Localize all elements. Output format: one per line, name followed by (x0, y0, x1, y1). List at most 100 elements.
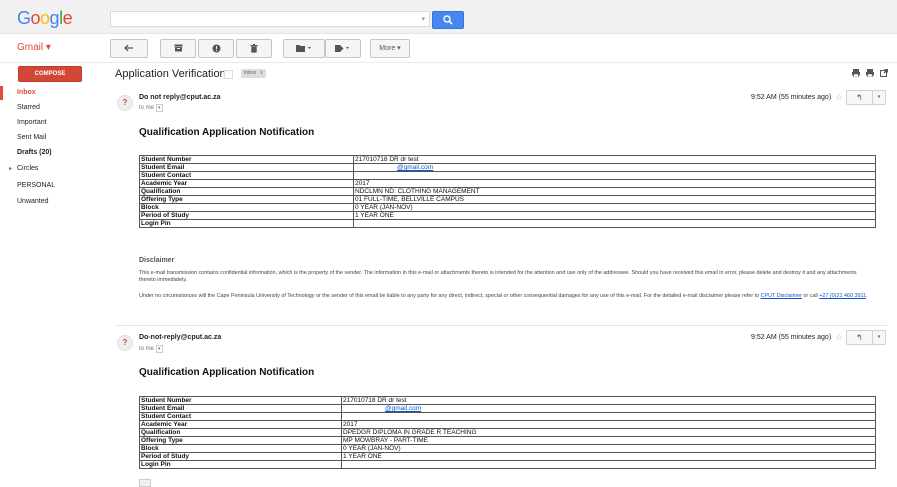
table-row: Student Contact (139, 412, 876, 421)
reply-button[interactable]: ↰ (846, 330, 873, 345)
labels-button[interactable] (325, 39, 361, 58)
row-key: Offering Type (139, 436, 342, 445)
sidebar-item-personal[interactable]: PERSONAL (0, 179, 100, 193)
table-row: Student Contact (139, 171, 876, 180)
row-value: 2017 (341, 420, 876, 429)
remove-label-icon[interactable]: x (260, 70, 263, 76)
sidebar-item-circles[interactable]: Circles (0, 162, 100, 176)
more-button[interactable]: More ▾ (370, 39, 410, 58)
sender-avatar[interactable]: ? (117, 95, 133, 111)
recipient-line[interactable]: to me ▾ (139, 345, 163, 353)
recipient-line[interactable]: to me ▾ (139, 104, 163, 112)
sender-address[interactable]: Do not reply@cput.ac.za (139, 94, 221, 101)
row-key: Offering Type (139, 195, 354, 204)
google-logo[interactable]: Google (17, 8, 73, 29)
row-key: Period of Study (139, 452, 342, 461)
label-chip-inbox[interactable]: Inbox x (241, 69, 266, 78)
sidebar-item-sent-mail[interactable]: Sent Mail (0, 131, 100, 145)
row-key: Qualification (139, 187, 354, 196)
table-row: Academic Year 2017 (139, 420, 876, 429)
logo-letter: e (62, 8, 73, 28)
message-divider (115, 325, 887, 326)
row-key: Student Contact (139, 171, 354, 180)
search-button[interactable] (432, 11, 464, 29)
top-bar: Google ▾ (0, 0, 897, 33)
row-value: 1 YEAR ONE (341, 452, 876, 461)
search-icon (443, 15, 453, 25)
delete-button[interactable] (236, 39, 272, 58)
star-icon[interactable]: ☆ (835, 92, 843, 103)
disclaimer-text: or call (801, 293, 820, 299)
logo-letter: G (17, 8, 31, 28)
star-icon[interactable]: ☆ (835, 332, 843, 343)
row-value: @gmail.com (353, 163, 876, 172)
row-value (353, 219, 876, 228)
row-value: 217010718 DR dr test (353, 155, 876, 164)
archive-button[interactable] (160, 39, 196, 58)
row-value: 01 FULL-TIME, BELLVILLE CAMPUS (353, 195, 876, 204)
table-row: Block 0 YEAR (JAN-NOV) (139, 444, 876, 453)
disclaimer-text: . (866, 293, 868, 299)
row-key: Student Email (139, 404, 342, 413)
cput-disclaimer-link[interactable]: CPUT Disclaimer (761, 293, 802, 299)
row-key: Student Number (139, 155, 354, 164)
table-row: Student Email @gmail.com (139, 163, 876, 172)
qualification-table: Student Number 217010718 DR dr test Stude… (139, 396, 876, 469)
compose-button[interactable]: COMPOSE (18, 66, 82, 82)
sidebar-item-starred[interactable]: Starred (0, 101, 100, 115)
thread-subject: Application Verification (115, 68, 226, 80)
message-more-button[interactable]: ▾ (872, 330, 886, 345)
gmail-menu[interactable]: Gmail ▾ (17, 42, 51, 53)
reply-button[interactable]: ↰ (846, 90, 873, 105)
table-row: Period of Study 1 YEAR ONE (139, 452, 876, 461)
row-value: 217010718 DR dr test (341, 396, 876, 405)
row-value: 2017 (353, 179, 876, 188)
table-row: Qualification DPEDGR DIPLOMA IN GRADE R T… (139, 428, 876, 437)
disclaimer-title: Disclaimer (139, 257, 175, 264)
table-row: Qualification NDCLMN ND: CLOTHING MANAGEM… (139, 187, 876, 196)
sender-avatar[interactable]: ? (117, 335, 133, 351)
sidebar-item-drafts[interactable]: Drafts (20) (0, 146, 100, 160)
divider (0, 62, 897, 63)
label-chip-text: Inbox (244, 70, 257, 76)
table-row: Offering Type MP MOWBRAY - PART-TIME (139, 436, 876, 445)
show-details-icon[interactable]: ▾ (156, 104, 163, 112)
back-button[interactable] (110, 39, 148, 58)
report-spam-button[interactable] (198, 39, 234, 58)
email-link[interactable]: @gmail.com (385, 406, 421, 412)
notification-heading: Qualification Application Notification (139, 127, 315, 138)
sidebar-item-important[interactable]: Important (0, 116, 100, 130)
logo-letter: g (49, 8, 60, 28)
row-key: Block (139, 203, 354, 212)
sidebar-item-inbox[interactable]: Inbox (0, 86, 100, 100)
logo-letter: o (40, 8, 50, 28)
table-row: Student Email @gmail.com (139, 404, 876, 413)
print-icon[interactable] (852, 69, 860, 79)
search-options-icon[interactable]: ▾ (421, 15, 425, 23)
row-value: NDCLMN ND: CLOTHING MANAGEMENT (353, 187, 876, 196)
table-row: Student Number 217010718 DR dr test (139, 155, 876, 164)
table-row: Login Pin (139, 460, 876, 469)
table-row: Period of Study 1 YEAR ONE (139, 211, 876, 220)
sender-address[interactable]: Do-not-reply@cput.ac.za (139, 334, 221, 341)
important-marker-icon[interactable] (224, 70, 233, 79)
row-value (341, 460, 876, 469)
folder-icon (296, 45, 311, 52)
email-link[interactable]: @gmail.com (397, 165, 433, 171)
table-row: Login Pin (139, 219, 876, 228)
message-more-button[interactable]: ▾ (872, 90, 886, 105)
qualification-table: Student Number 217010718 DR dr test Stude… (139, 155, 876, 228)
archive-icon (174, 44, 182, 52)
row-value (353, 171, 876, 180)
row-value: MP MOWBRAY - PART-TIME (341, 436, 876, 445)
show-details-icon[interactable]: ▾ (156, 345, 163, 353)
move-to-button[interactable] (283, 39, 325, 58)
label-tag-icon (335, 45, 349, 52)
recipient-text: to me (139, 346, 155, 352)
search-input[interactable]: ▾ (110, 11, 430, 27)
row-key: Login Pin (139, 460, 342, 469)
new-window-icon[interactable] (880, 69, 888, 79)
phone-link[interactable]: +27 (0)21 460 3911 (819, 293, 866, 299)
print-all-icon[interactable] (866, 69, 874, 79)
sidebar-item-unwanted[interactable]: Unwanted (0, 195, 100, 209)
